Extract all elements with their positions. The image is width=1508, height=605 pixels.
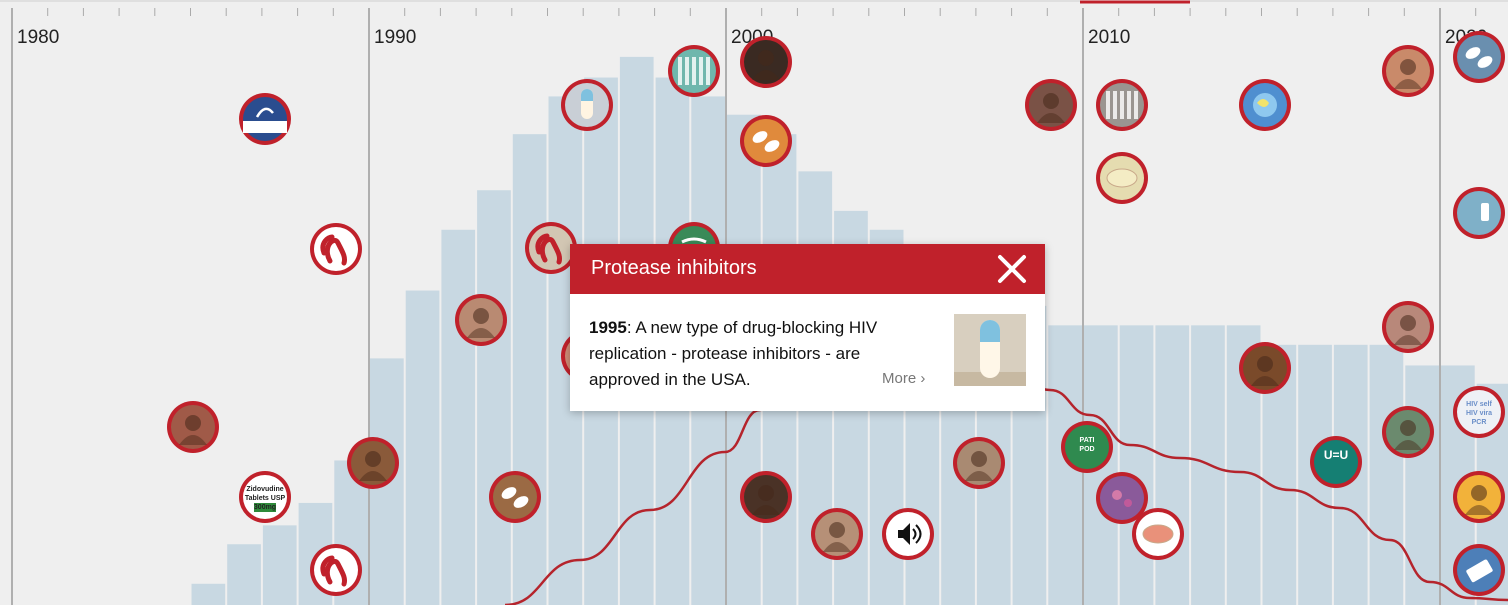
bar [1369,344,1404,605]
capsule-photo-icon [954,314,1026,386]
event-thumbnail [1457,191,1501,235]
event-hhs-logo[interactable] [239,93,291,145]
event-poster[interactable]: PATI POD [1061,421,1113,473]
event-test-kit[interactable] [1453,544,1505,596]
bar [227,544,261,605]
event-red-ribbon-1[interactable] [310,223,362,275]
event-pregnant[interactable] [1025,79,1077,131]
event-child-face[interactable] [740,36,792,88]
event-label-text: U=U [1324,448,1348,462]
popup-header: Protease inhibitors [570,244,1045,294]
event-orange-pills[interactable] [740,115,792,167]
event-thumbnail [1314,440,1358,484]
event-hug-photo[interactable] [1239,342,1291,394]
hiv-timeline[interactable]: 19801990200020102020 ZidovudineTablets U… [0,0,1508,605]
more-link[interactable]: More › [882,370,925,387]
bar [191,583,226,605]
globe-icon [1253,93,1277,117]
bar [405,290,440,605]
event-red-ribbon-2[interactable] [310,544,362,596]
year-label: 1980 [17,27,59,48]
event-audio[interactable] [882,508,934,560]
popup-year: 1995 [589,318,627,337]
close-icon[interactable] [995,252,1029,286]
event-thumbnail [493,475,537,519]
chevron-right-icon: › [920,370,926,387]
event-man-portrait[interactable] [740,471,792,523]
event-baby-photo[interactable] [167,401,219,453]
event-pink-pill[interactable] [1132,508,1184,560]
bar [477,190,511,605]
event-woman-portrait[interactable] [347,437,399,489]
more-label: More [882,370,917,387]
event-thumbnail [243,97,287,141]
bar [512,134,547,605]
pill-photo-icon [1142,524,1174,544]
u-equals-u-icon: U=U [1324,448,1348,462]
event-popup: Protease inhibitors 1995: A new type of … [570,244,1045,411]
year-label: 2010 [1088,27,1130,48]
bar [1405,365,1439,605]
event-thumbnail [1457,35,1501,79]
popup-description: 1995: A new type of drug-blocking HIV re… [589,315,924,393]
event-syringes[interactable] [668,45,720,97]
year-label: 1990 [374,27,416,48]
event-pills-1995[interactable] [489,471,541,523]
event-thumbnail [744,119,788,163]
event-yellow-pill[interactable] [1096,152,1148,204]
event-child-2020[interactable] [1453,471,1505,523]
bar [1119,325,1154,605]
vial-photo-icon [1481,203,1489,221]
bar [262,525,297,605]
event-zidovudine[interactable]: Zidovudine Tablets USP 300mg [239,471,291,523]
event-hands-1[interactable] [1382,45,1434,97]
popup-text: : A new type of drug-blocking HIV replic… [589,318,878,389]
bar [1155,325,1190,605]
event-thumbnail [1100,476,1144,520]
event-mother-child[interactable] [811,508,863,560]
event-pills-2020[interactable] [1453,31,1505,83]
event-hands-2[interactable] [1382,301,1434,353]
event-globe[interactable] [1239,79,1291,131]
event-testing[interactable] [1382,406,1434,458]
event-vial[interactable] [1453,187,1505,239]
event-activist-photo[interactable] [455,294,507,346]
event-smiling-man[interactable] [953,437,1005,489]
event-uequalsu[interactable]: U=U [1310,436,1362,488]
capsule-photo-icon [581,89,593,119]
event-test-tubes[interactable] [1096,79,1148,131]
bar [441,229,476,605]
event-protease-inhibitors[interactable] [561,79,613,131]
pill-photo-icon [1106,168,1138,188]
event-hiv-viral[interactable]: HIV self HIV vira PCR [1453,386,1505,438]
popup-title: Protease inhibitors [591,257,757,279]
